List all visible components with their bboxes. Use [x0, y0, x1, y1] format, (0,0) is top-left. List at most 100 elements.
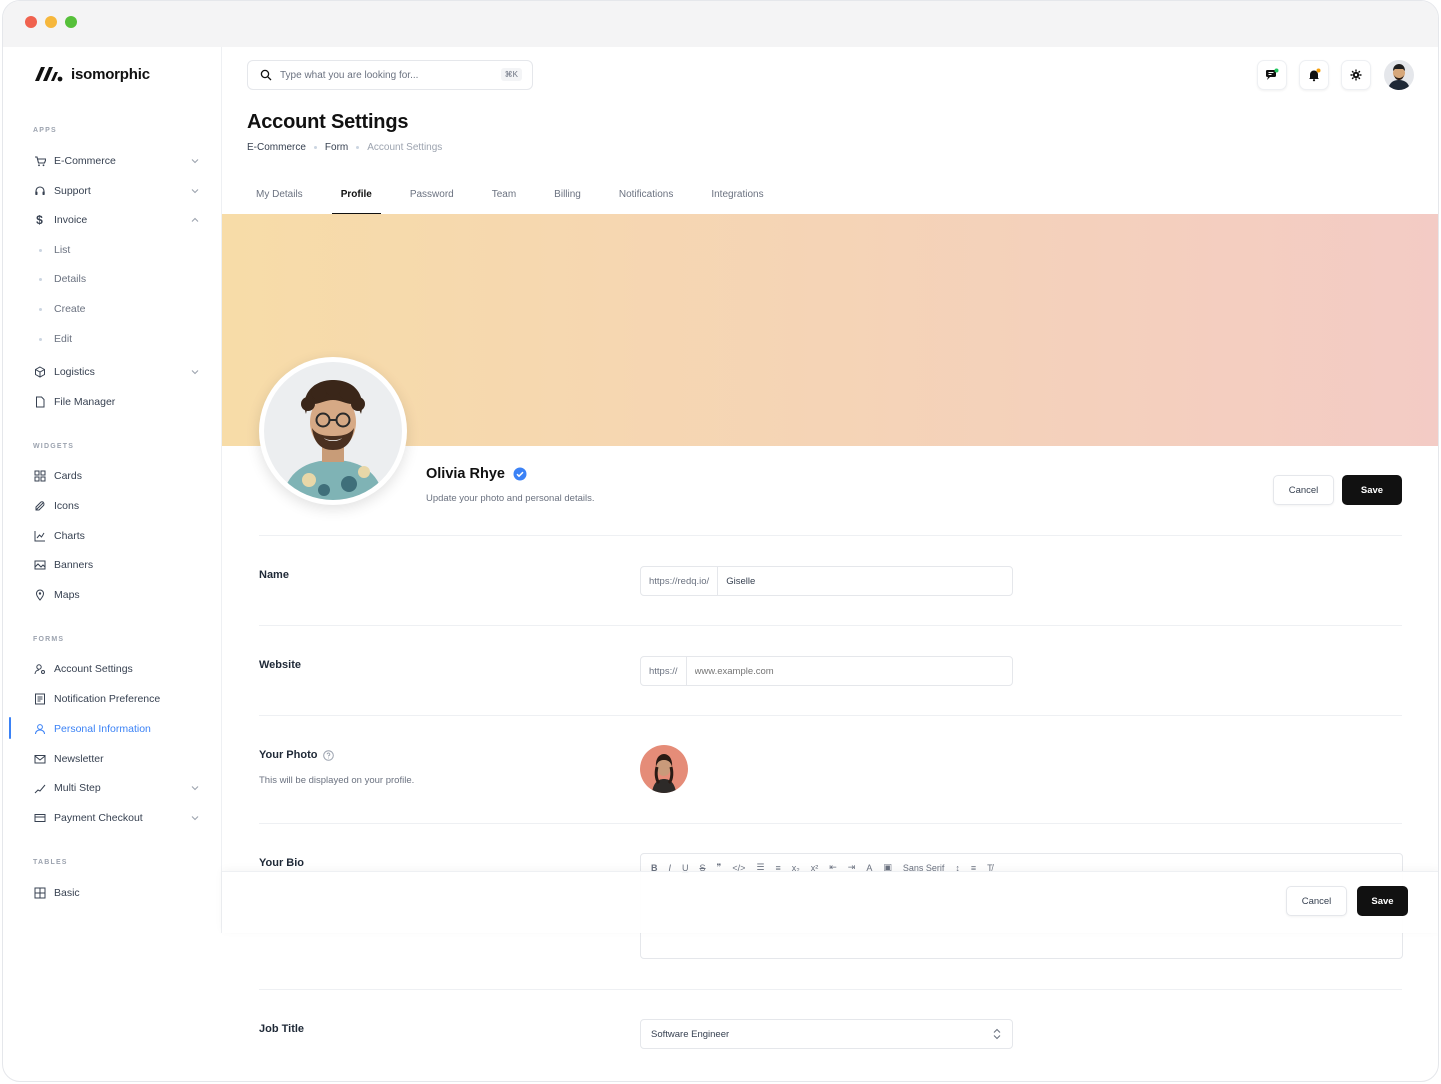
sticky-cancel-button[interactable]: Cancel [1286, 886, 1347, 916]
sidebar-item-logistics[interactable]: Logistics [33, 362, 201, 382]
website-input[interactable] [686, 657, 1012, 685]
photo-label: Your Photo [259, 749, 318, 761]
profile-name: Olivia Rhye [426, 466, 505, 482]
sidebar-item-charts[interactable]: Charts [33, 526, 201, 546]
photo-upload-avatar[interactable] [640, 745, 688, 793]
tab-notifications[interactable]: Notifications [610, 182, 682, 212]
brand-logo[interactable]: isomorphic [33, 65, 150, 83]
sidebar-item-label: Personal Information [54, 723, 151, 735]
sidebar-item-newsletter[interactable]: Newsletter [33, 749, 201, 769]
sidebar-subitem-list[interactable]: List [39, 241, 70, 259]
job-title-select[interactable]: Software Engineer [640, 1019, 1013, 1049]
sidebar-item-invoice[interactable]: $ Invoice [33, 210, 201, 230]
cancel-button[interactable]: Cancel [1273, 475, 1334, 505]
tab-team[interactable]: Team [483, 182, 525, 212]
sidebar-subitem-edit[interactable]: Edit [39, 330, 72, 348]
sidebar-item-personal-information[interactable]: Personal Information [33, 719, 201, 739]
sidebar-item-label: Banners [54, 559, 94, 571]
chart-icon [33, 530, 46, 543]
photo-help-text: This will be displayed on your profile. [259, 775, 415, 786]
user-avatar[interactable] [1384, 60, 1414, 90]
search-input[interactable] [280, 69, 480, 81]
cart-icon [33, 155, 46, 168]
maximize-window-dot[interactable] [65, 16, 77, 28]
sidebar-item-label: Invoice [54, 214, 88, 226]
profile-photo[interactable] [259, 357, 407, 505]
sidebar-item-label: Charts [54, 530, 85, 542]
section-title-tables: TABLES [33, 859, 68, 866]
sidebar-subitem-details[interactable]: Details [39, 270, 86, 288]
subitem-label: Create [54, 303, 86, 315]
chevron-down-icon [191, 816, 199, 821]
steps-icon [33, 782, 46, 795]
sidebar-item-payment-checkout[interactable]: Payment Checkout [33, 808, 201, 828]
bio-label: Your Bio [259, 857, 305, 869]
sidebar-item-label: Multi Step [54, 782, 101, 794]
save-button[interactable]: Save [1342, 475, 1402, 505]
job-title-label: Job Title [259, 1023, 305, 1035]
user-gear-icon [33, 663, 46, 676]
sidebar-item-account-settings[interactable]: Account Settings [33, 659, 201, 679]
close-window-dot[interactable] [25, 16, 37, 28]
tab-my-details[interactable]: My Details [247, 182, 312, 212]
sidebar-item-icons[interactable]: Icons [33, 496, 201, 516]
sidebar-item-ecommerce[interactable]: E-Commerce [33, 151, 201, 171]
name-label: Name [259, 569, 289, 581]
breadcrumb-current: Account Settings [367, 142, 443, 153]
name-field: https://redq.io/ [640, 566, 1013, 596]
minimize-window-dot[interactable] [45, 16, 57, 28]
grid-icon [33, 470, 46, 483]
app-window: isomorphic APPS E-Commerce Support $ Inv… [2, 0, 1439, 1082]
sidebar-item-file-manager[interactable]: File Manager [33, 392, 201, 412]
profile-photo-image [264, 362, 402, 500]
breadcrumb-item[interactable]: E-Commerce [247, 142, 306, 153]
search-bar[interactable]: ⌘K [247, 60, 533, 90]
profile-name-heading: Olivia Rhye [426, 466, 527, 482]
notifications-button[interactable] [1299, 60, 1329, 90]
username-input[interactable] [718, 567, 1012, 595]
sidebar-item-label: E-Commerce [54, 155, 116, 167]
sidebar-item-basic[interactable]: Basic [33, 883, 201, 903]
sidebar-item-label: Support [54, 185, 91, 197]
sticky-save-button[interactable]: Save [1357, 886, 1408, 916]
sidebar-item-multi-step[interactable]: Multi Step [33, 778, 201, 798]
sidebar-item-banners[interactable]: Banners [33, 555, 201, 575]
photo-avatar-image [640, 745, 688, 793]
bell-icon [1309, 68, 1321, 82]
card-icon [33, 812, 46, 825]
sidebar-subitem-create[interactable]: Create [39, 300, 86, 318]
table-icon [33, 887, 46, 900]
help-circle-icon[interactable] [323, 749, 335, 761]
sidebar-item-label: Account Settings [54, 663, 133, 675]
search-icon [260, 69, 272, 81]
divider [259, 625, 1402, 626]
settings-button[interactable] [1341, 60, 1371, 90]
subitem-label: List [54, 244, 71, 256]
sidebar-item-label: Payment Checkout [54, 812, 143, 824]
window-titlebar [3, 1, 1438, 47]
tab-billing[interactable]: Billing [545, 182, 590, 212]
bullet-icon [39, 248, 42, 252]
messages-button[interactable] [1257, 60, 1287, 90]
sidebar-item-label: Basic [54, 887, 80, 899]
sidebar-item-maps[interactable]: Maps [33, 585, 201, 605]
tab-password[interactable]: Password [401, 182, 463, 212]
chevron-down-icon [191, 159, 199, 164]
website-label: Website [259, 659, 301, 671]
subitem-label: Edit [54, 333, 73, 345]
mail-icon [33, 753, 46, 766]
breadcrumb-separator [356, 146, 360, 149]
breadcrumb-item[interactable]: Form [325, 142, 348, 153]
sidebar-item-label: Cards [54, 470, 83, 482]
select-arrows-icon [993, 1028, 1001, 1040]
section-title-widgets: WIDGETS [33, 443, 75, 450]
sidebar-item-cards[interactable]: Cards [33, 466, 201, 486]
settings-tabs: My Details Profile Password Team Billing… [247, 182, 793, 215]
sidebar: isomorphic APPS E-Commerce Support $ Inv… [3, 47, 222, 933]
sidebar-item-support[interactable]: Support [33, 181, 201, 201]
tab-integrations[interactable]: Integrations [702, 182, 772, 212]
sidebar-item-notification-preference[interactable]: Notification Preference [33, 689, 201, 709]
user-avatar-image [1384, 60, 1414, 90]
chevron-up-icon [191, 217, 199, 222]
tab-profile[interactable]: Profile [331, 182, 381, 215]
